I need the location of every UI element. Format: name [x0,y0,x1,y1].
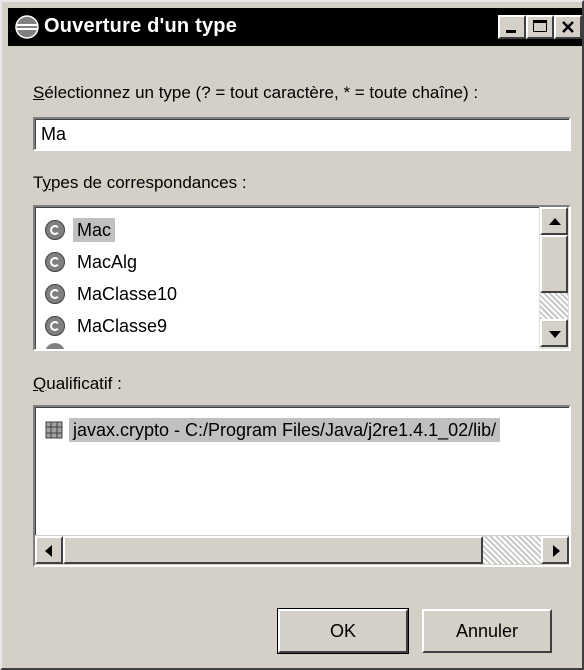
maximize-icon [533,20,547,32]
arrow-down-icon [549,331,561,338]
qualifier-label: Qualificatif : [33,373,122,395]
minimize-button[interactable] [498,15,526,39]
cancel-button[interactable]: Annuler [422,609,552,653]
search-label-text: électionnez un type (? = tout caractère,… [44,83,479,102]
search-label: Sélectionnez un type (? = tout caractère… [33,82,478,104]
ok-button[interactable]: OK [277,608,409,654]
minimize-icon [506,30,516,33]
scroll-down-button[interactable] [540,319,568,347]
class-icon [45,252,65,272]
arrow-left-icon [45,545,52,557]
type-search-input[interactable]: Ma [33,117,571,151]
list-item-label: Mac [73,218,116,242]
title-bar[interactable]: Ouverture d'un type [8,8,582,46]
list-item-label: MaClasse9 [77,316,168,336]
search-label-mnemonic: S [33,83,45,102]
matching-types-list[interactable]: Mac MacAlg MaClasse10 MaClasse9 [33,205,571,351]
eclipse-icon [15,15,39,39]
scroll-thumb[interactable] [540,235,568,293]
maximize-button[interactable] [526,15,554,39]
qualifier-label-text: ualificatif : [46,374,122,393]
scroll-up-button[interactable] [540,207,568,235]
close-button[interactable] [554,15,582,39]
open-type-dialog: Ouverture d'un type Sélectionnez un type… [0,0,584,670]
scroll-track[interactable] [540,293,568,319]
matches-label: Types de correspondances : [33,172,247,194]
arrow-right-icon [553,545,560,557]
list-item-mac[interactable]: Mac [45,215,116,245]
vertical-scrollbar[interactable] [539,207,569,349]
list-item-maclasse9[interactable]: MaClasse9 [45,311,171,341]
list-item-label: javax.crypto - C:/Program Files/Java/j2r… [69,418,501,442]
list-item-label: MaClasse10 [77,284,178,304]
list-item-package[interactable]: javax.crypto - C:/Program Files/Java/j2r… [45,415,501,445]
horizontal-scrollbar[interactable] [35,535,569,565]
class-icon [45,284,65,304]
scroll-right-button[interactable] [541,536,569,564]
class-icon [45,220,65,240]
arrow-up-icon [549,218,561,225]
partial-class-icon [45,343,65,349]
scroll-left-button[interactable] [35,536,63,564]
list-item-maclasse10[interactable]: MaClasse10 [45,279,181,309]
matches-label-text: pes de correspondances : [50,173,247,192]
window-title: Ouverture d'un type [44,15,238,37]
qualifier-label-mnemonic: Q [33,374,47,393]
horizontal-scroll-track[interactable] [483,536,541,564]
package-icon [45,421,63,439]
horizontal-scroll-thumb[interactable] [63,536,483,564]
type-search-value: Ma [41,124,67,144]
qualifier-list[interactable]: javax.crypto - C:/Program Files/Java/j2r… [33,405,571,567]
list-item-label: MacAlg [77,252,138,272]
class-icon [45,316,65,336]
matches-label-mnemonic: y [42,173,51,192]
close-icon [562,21,574,33]
list-item-macalg[interactable]: MacAlg [45,247,141,277]
